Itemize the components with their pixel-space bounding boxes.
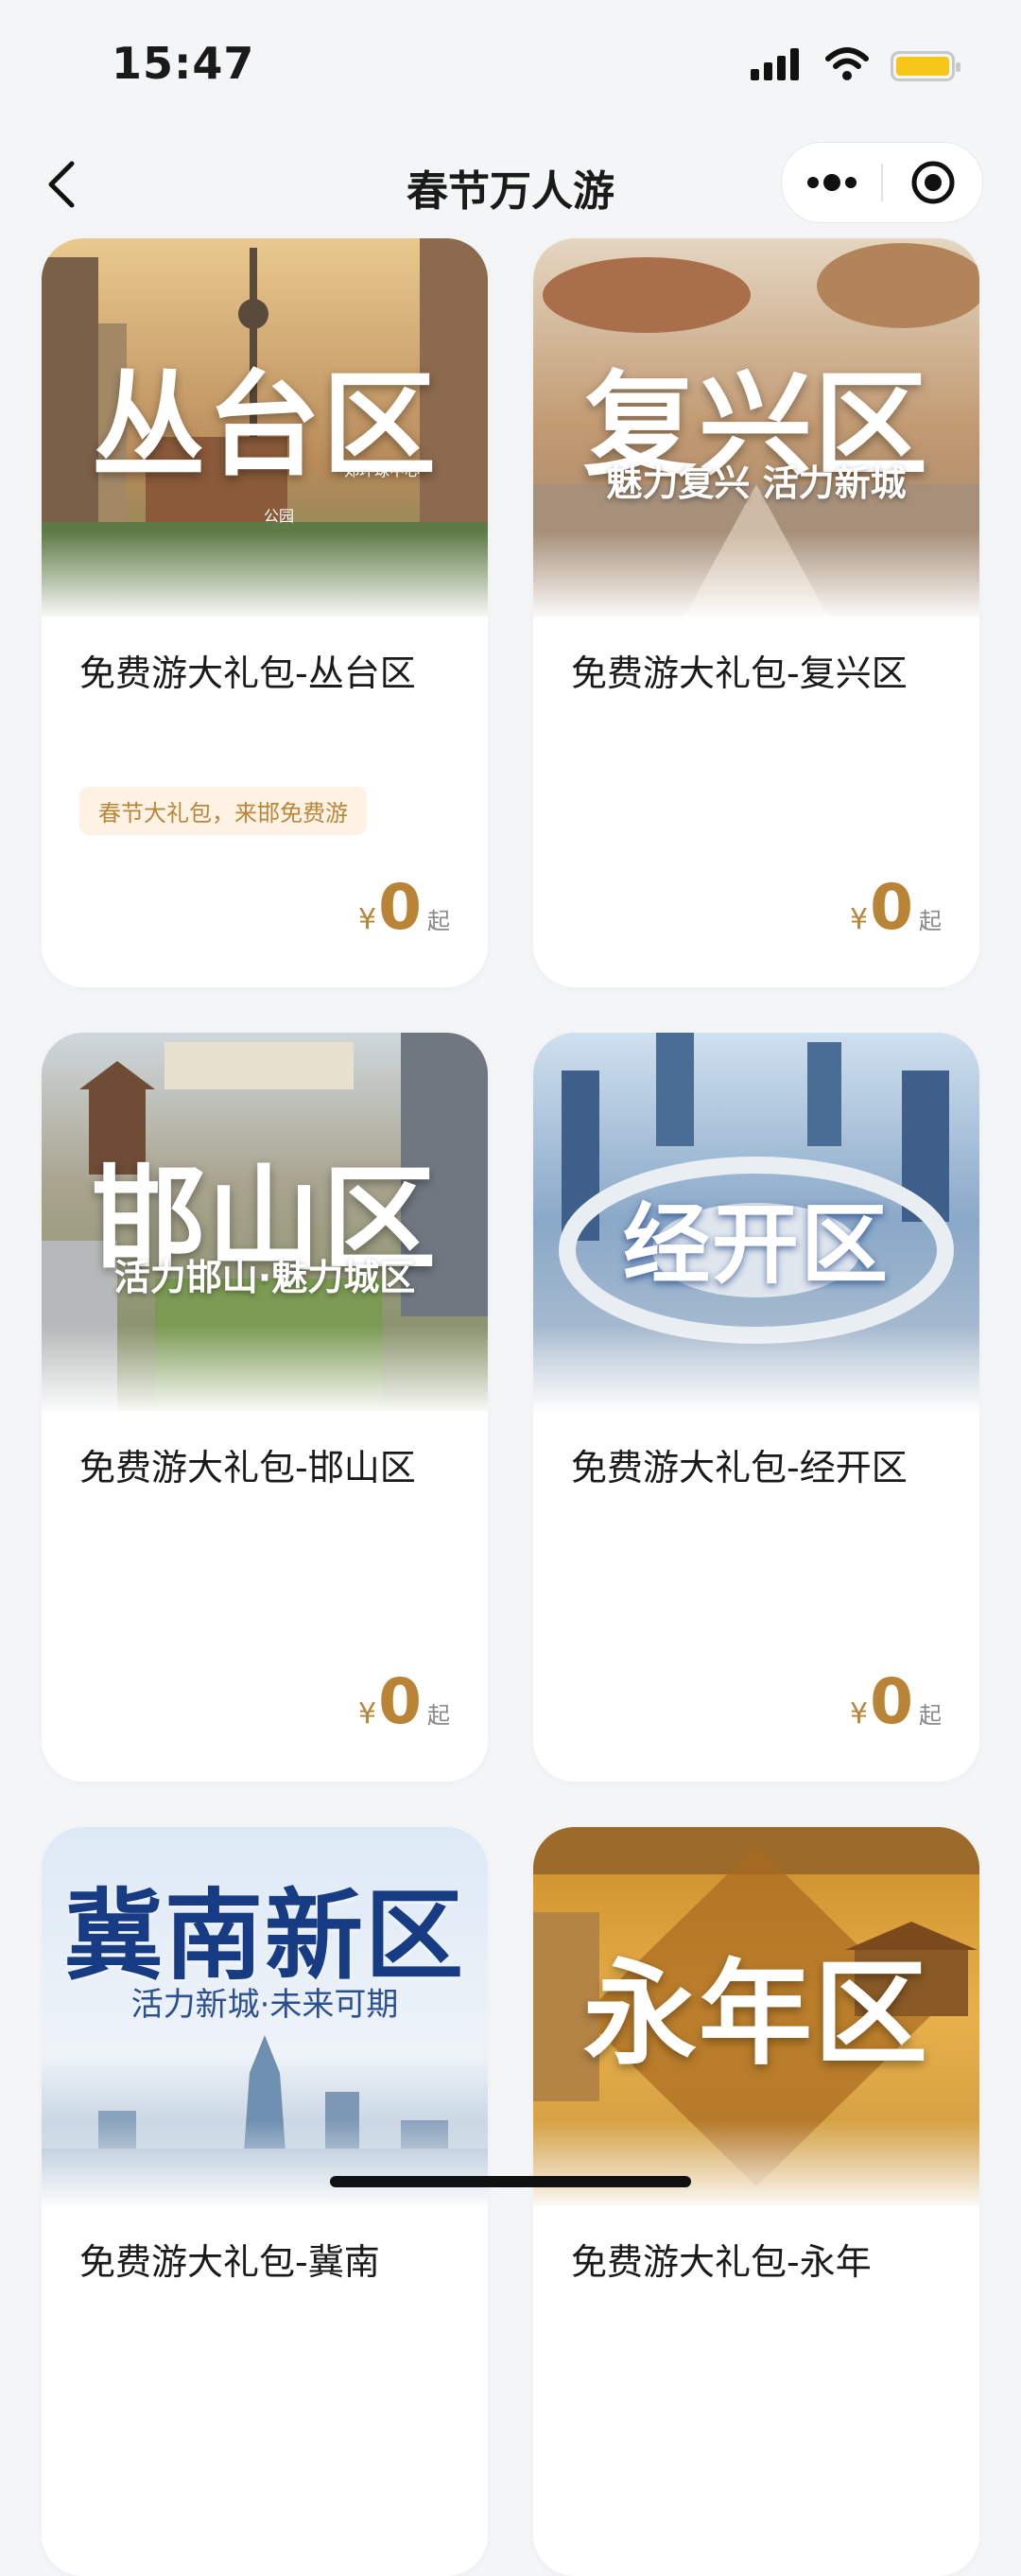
card-banner-image: 冀南新区 活力新城·未来可期 <box>42 1827 488 2205</box>
price-suffix: 起 <box>427 1702 450 1729</box>
banner-subtitle: 活力邯山·魅力城区 <box>113 1257 416 1298</box>
price-value: 0 <box>378 1665 422 1738</box>
price-symbol: ¥ <box>849 1697 869 1731</box>
package-card[interactable]: 邯山区 活力邯山·魅力城区 免费游大礼包-邯山区 ¥ 0 起 <box>42 1033 488 1782</box>
price: ¥ 0 起 <box>357 1665 450 1738</box>
package-card[interactable]: 丛台区 郑环球中心 公园 免费游大礼包-丛台区 春节大礼包，来邯免费游 ¥ 0 … <box>42 238 488 987</box>
price-suffix: 起 <box>427 908 450 934</box>
card-title: 免费游大礼包-永年 <box>571 2241 872 2283</box>
more-dots-icon <box>806 174 857 191</box>
banner-caption: 公园 <box>264 507 295 525</box>
card-banner-image: 永年区 <box>533 1827 979 2205</box>
card-banner-image: 丛台区 郑环球中心 公园 <box>42 238 488 617</box>
card-title: 免费游大礼包-经开区 <box>571 1447 908 1488</box>
price-symbol: ¥ <box>849 903 869 936</box>
card-banner-image: 邯山区 活力邯山·魅力城区 <box>42 1033 488 1411</box>
card-title: 免费游大礼包-复兴区 <box>571 653 908 694</box>
price: ¥ 0 起 <box>357 871 450 944</box>
battery-icon <box>891 51 960 81</box>
close-mini-program-button[interactable] <box>883 143 982 222</box>
price-value: 0 <box>378 871 422 944</box>
card-title: 免费游大礼包-丛台区 <box>79 653 416 694</box>
more-button[interactable] <box>782 143 881 222</box>
mini-program-capsule <box>781 142 983 223</box>
card-banner-image: 复兴区 魅力复兴 活力新城 <box>533 238 979 617</box>
banner-subtitle: 魅力复兴 活力新城 <box>606 462 907 504</box>
card-title: 免费游大礼包-邯山区 <box>79 1447 416 1488</box>
card-banner-image: 经开区 <box>533 1033 979 1411</box>
price-suffix: 起 <box>919 908 942 934</box>
price: ¥ 0 起 <box>849 871 942 944</box>
target-close-icon <box>911 161 954 204</box>
status-icons <box>751 47 960 85</box>
price-symbol: ¥ <box>357 903 377 936</box>
banner-caption: 郑环球中心 <box>344 461 421 479</box>
banner-title: 丛台区 <box>92 360 438 492</box>
home-indicator[interactable] <box>330 2176 691 2187</box>
banner-subtitle: 活力新城·未来可期 <box>130 1986 399 2024</box>
banner-title: 永年区 <box>583 1949 929 2080</box>
nav-bar: 春节万人游 <box>0 132 1021 236</box>
banner-title: 经开区 <box>622 1194 890 1296</box>
package-card[interactable]: 冀南新区 活力新城·未来可期 免费游大礼包-冀南 <box>42 1827 488 2576</box>
status-time: 15:47 <box>112 38 255 89</box>
price: ¥ 0 起 <box>849 1665 942 1738</box>
price-value: 0 <box>870 1665 913 1738</box>
banner-title: 冀南新区 <box>63 1878 465 1993</box>
package-card[interactable]: 永年区 免费游大礼包-永年 <box>533 1827 979 2576</box>
price-value: 0 <box>870 871 913 944</box>
package-grid: 丛台区 郑环球中心 公园 免费游大礼包-丛台区 春节大礼包，来邯免费游 ¥ 0 … <box>42 238 979 2576</box>
price-suffix: 起 <box>919 1702 942 1729</box>
wifi-icon <box>824 47 870 85</box>
signal-icon <box>751 48 804 84</box>
package-card[interactable]: 复兴区 魅力复兴 活力新城 免费游大礼包-复兴区 ¥ 0 起 <box>533 238 979 987</box>
status-bar: 15:47 <box>0 0 1021 132</box>
promo-tag: 春节大礼包，来邯免费游 <box>79 787 367 835</box>
package-card[interactable]: 经开区 免费游大礼包-经开区 ¥ 0 起 <box>533 1033 979 1782</box>
price-symbol: ¥ <box>357 1697 377 1731</box>
card-title: 免费游大礼包-冀南 <box>79 2241 380 2283</box>
